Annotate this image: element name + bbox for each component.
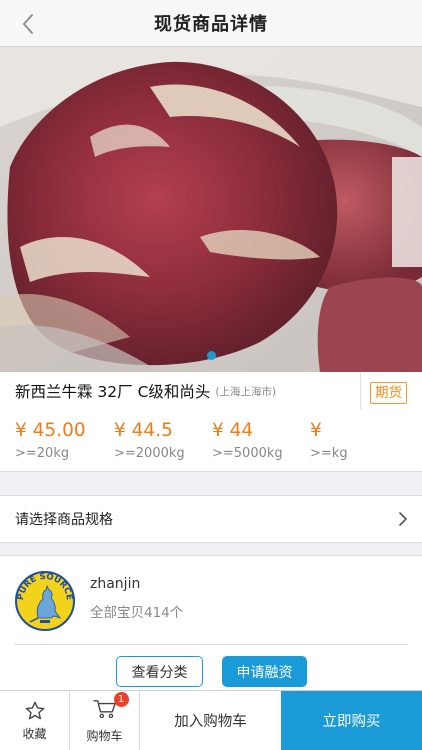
tier-price: ¥ 44.5 [114,420,173,441]
chevron-right-icon [399,512,407,526]
cart-label: 购物车 [86,728,123,743]
tier-quantity: >=20kg [15,446,70,461]
view-category-button[interactable]: 查看分类 [116,656,203,687]
star-icon [25,701,44,719]
tier-quantity: >=5000kg [212,446,283,461]
product-name: 新西兰牛霖 32厂 C级和尚头 [15,383,211,401]
store-card: PURE SOURCE zhanjin 全部宝贝414个 查看分类 申请融资 [0,555,422,690]
cart-icon-wrapper: 1 [92,691,129,724]
price-tier: ¥ 45.00 >=20kg [15,420,115,461]
back-button[interactable] [14,10,42,38]
divider [14,644,408,645]
store-item-count[interactable]: 全部宝贝414个 [90,601,183,621]
divider [360,372,361,410]
product-location: (上海上海市) [215,385,277,398]
add-to-cart-button[interactable]: 加入购物车 [140,691,281,750]
tier-price: ¥ 44 [212,420,254,441]
product-info: 新西兰牛霖 32厂 C级和尚头 (上海上海市) 期货 ¥ 45.00 >=20k… [0,372,422,472]
carousel-dot-active [206,351,216,360]
favorite-button[interactable]: 收藏 [0,691,70,750]
stock-type-badge: 期货 [370,382,407,404]
spec-label: 请选择商品规格 [15,512,113,528]
buy-now-button[interactable]: 立即购买 [281,691,422,750]
nav-bar: 现货商品详情 [0,0,422,47]
favorite-label: 收藏 [22,726,47,741]
apply-finance-button[interactable]: 申请融资 [222,656,307,687]
store-name[interactable]: zhanjin [90,576,140,592]
cart-count-badge: 1 [113,691,129,707]
price-tiers: ¥ 45.00 >=20kg ¥ 44.5 >=2000kg ¥ 44 >=50… [0,420,422,470]
cart-button[interactable]: 1 购物车 [70,691,140,750]
bottom-action-bar: 收藏 1 购物车 加入购物车 立即购买 [0,690,422,750]
carousel-indicator [0,351,422,360]
product-image [0,47,422,372]
price-tier: ¥ 44 >=5000kg [212,420,312,461]
tier-price: ¥ [310,420,322,441]
page-title: 现货商品详情 [154,14,268,35]
tier-quantity: >=2000kg [114,446,185,461]
price-tier: ¥ >=kg [310,420,410,461]
spec-selector[interactable]: 请选择商品规格 [0,495,422,543]
kangaroo-logo-icon: PURE SOURCE [14,570,76,632]
chevron-left-icon [23,14,33,34]
tier-price: ¥ 45.00 [15,420,86,441]
tier-quantity: >=kg [310,446,348,461]
store-logo[interactable]: PURE SOURCE [14,570,76,632]
cart-icon [92,699,116,718]
price-tier: ¥ 44.5 >=2000kg [114,420,214,461]
product-image-carousel[interactable] [0,47,422,372]
product-title-row: 新西兰牛霖 32厂 C级和尚头 (上海上海市) [0,372,360,410]
